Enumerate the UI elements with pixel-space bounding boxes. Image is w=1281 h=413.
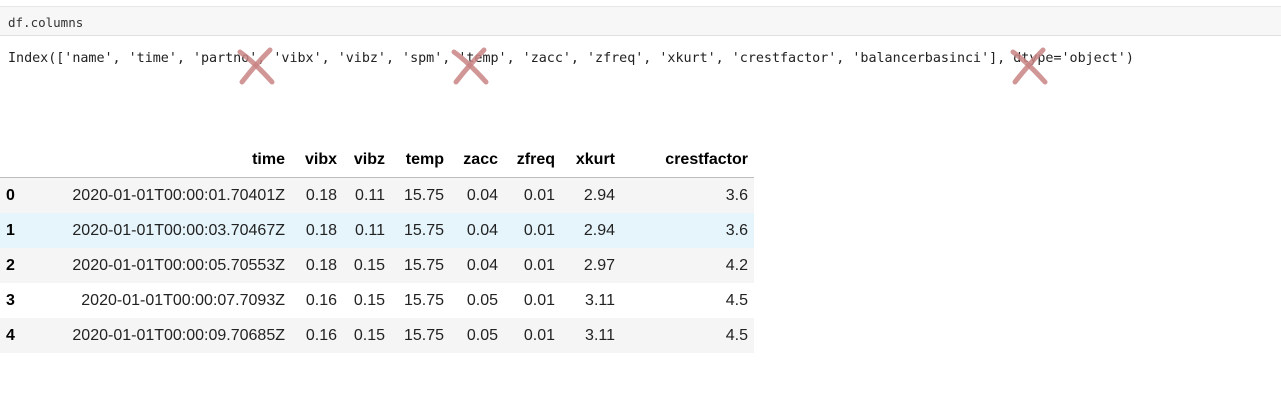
row-index: 4 [6,326,15,344]
cell-xkurt: 2.94 [583,221,615,239]
cell-vibx: 0.18 [305,186,337,204]
table-row: 3 2020-01-01T00:00:07.7093Z 0.16 0.15 15… [0,283,754,318]
cell-crestfactor: 3.6 [725,221,748,239]
cell-xkurt: 2.94 [583,186,615,204]
cell-temp: 15.75 [403,291,444,309]
column-header-vibz: vibz [343,142,391,178]
cell-time: 2020-01-01T00:00:03.70467Z [72,221,285,239]
column-header-crestfactor: crestfactor [621,142,754,178]
column-header-index [0,142,27,178]
cell-vibx: 0.18 [305,256,337,274]
column-header-temp: temp [391,142,450,178]
cell-zfreq: 0.01 [523,326,555,344]
columns-output-text: Index(['name', 'time', 'partno', 'vibx',… [8,51,1134,66]
cell-time: 2020-01-01T00:00:01.70401Z [72,186,285,204]
column-header-xkurt: xkurt [561,142,621,178]
table-header-row: time vibx vibz temp zacc zfreq xkurt cre… [0,142,754,178]
cell-zacc: 0.04 [466,221,498,239]
cell-vibx: 0.16 [305,326,337,344]
cell-zacc: 0.04 [466,256,498,274]
cell-temp: 15.75 [403,221,444,239]
row-index: 1 [6,221,15,239]
cell-crestfactor: 3.6 [725,186,748,204]
table-row: 0 2020-01-01T00:00:01.70401Z 0.18 0.11 1… [0,177,754,213]
cell-temp: 15.75 [403,256,444,274]
column-header-zfreq: zfreq [504,142,561,178]
cell-zacc: 0.04 [466,186,498,204]
cell-temp: 15.75 [403,326,444,344]
row-index: 3 [6,291,15,309]
cell-xkurt: 3.11 [585,291,615,309]
cell-time: 2020-01-01T00:00:09.70685Z [72,326,285,344]
row-index: 0 [6,186,15,204]
column-header-time: time [27,142,291,178]
cell-vibz: 0.15 [353,326,385,344]
cell-zacc: 0.05 [466,326,498,344]
dataframe-table: time vibx vibz temp zacc zfreq xkurt cre… [0,142,754,353]
column-header-vibx: vibx [291,142,343,178]
cell-time: 2020-01-01T00:00:05.70553Z [72,256,285,274]
table-row: 2 2020-01-01T00:00:05.70553Z 0.18 0.15 1… [0,248,754,283]
cell-vibz: 0.15 [353,256,385,274]
cell-time: 2020-01-01T00:00:07.7093Z [81,291,285,309]
cell-crestfactor: 4.5 [725,326,748,344]
cell-vibx: 0.16 [305,291,337,309]
cell-zfreq: 0.01 [523,221,555,239]
cell-vibz: 0.11 [355,221,385,239]
code-input-text[interactable]: df.columns [8,15,83,30]
code-input-cell[interactable]: df.columns [0,6,1281,36]
cell-temp: 15.75 [403,186,444,204]
table-row: 1 2020-01-01T00:00:03.70467Z 0.18 0.11 1… [0,213,754,248]
table-row: 4 2020-01-01T00:00:09.70685Z 0.16 0.15 1… [0,318,754,353]
column-header-zacc: zacc [450,142,504,178]
cell-zacc: 0.05 [466,291,498,309]
cell-zfreq: 0.01 [523,186,555,204]
cell-xkurt: 3.11 [585,326,615,344]
cell-zfreq: 0.01 [523,256,555,274]
cell-crestfactor: 4.5 [725,291,748,309]
cell-vibz: 0.11 [355,186,385,204]
row-index: 2 [6,256,15,274]
cell-vibz: 0.15 [353,291,385,309]
cell-crestfactor: 4.2 [725,256,748,274]
cell-vibx: 0.18 [305,221,337,239]
cell-zfreq: 0.01 [523,291,555,309]
cell-xkurt: 2.97 [583,256,615,274]
